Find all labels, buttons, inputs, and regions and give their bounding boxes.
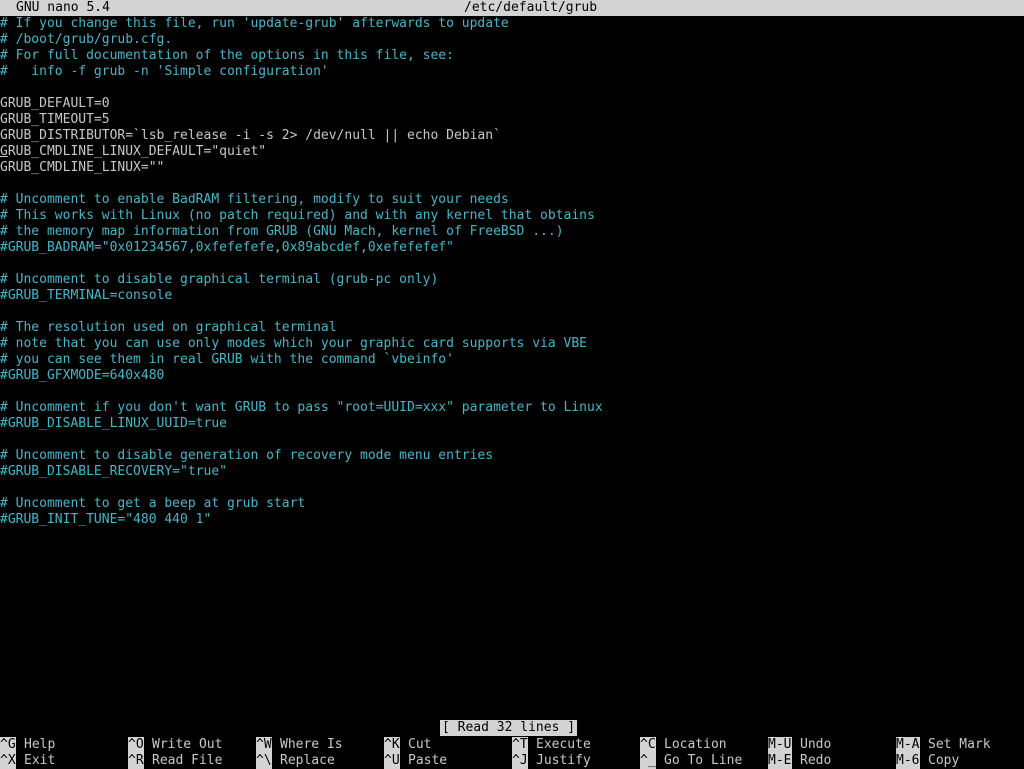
editor-line[interactable] — [0, 432, 1024, 448]
editor-line[interactable]: # Uncomment to disable generation of rec… — [0, 448, 1024, 464]
editor-line[interactable]: # note that you can use only modes which… — [0, 336, 1024, 352]
shortcut-key: ^G — [0, 737, 16, 753]
shortcut-set-mark[interactable]: M-A Set Mark — [896, 737, 991, 753]
editor-line[interactable]: GRUB_DISTRIBUTOR=`lsb_release -i -s 2> /… — [0, 128, 1024, 144]
editor-line[interactable]: # Uncomment to enable BadRAM filtering, … — [0, 192, 1024, 208]
editor-line[interactable]: # the memory map information from GRUB (… — [0, 224, 1024, 240]
shortcut-bar: ^G Help ^X Exit ^O Write Out ^R Read File ^W Wher… — [0, 737, 1024, 769]
shortcut-label: Copy — [928, 753, 960, 768]
shortcut-go-to-line[interactable]: ^_ Go To Line — [640, 753, 742, 769]
editor-line[interactable]: #GRUB_DISABLE_LINUX_UUID=true — [0, 416, 1024, 432]
shortcut-location[interactable]: ^C Location — [640, 737, 727, 753]
editor-line[interactable]: # you can see them in real GRUB with the… — [0, 352, 1024, 368]
shortcut-where-is[interactable]: ^W Where Is — [256, 737, 343, 753]
editor-line[interactable]: #GRUB_BADRAM="0x01234567,0xfefefefe,0x89… — [0, 240, 1024, 256]
editor-line[interactable] — [0, 480, 1024, 496]
shortcut-label: Cut — [408, 737, 432, 752]
shortcut-key: ^O — [128, 737, 144, 753]
shortcut-exit[interactable]: ^X Exit — [0, 753, 55, 769]
shortcut-label: Exit — [24, 753, 56, 768]
shortcut-label: Help — [24, 737, 56, 752]
shortcut-execute[interactable]: ^T Execute — [512, 737, 591, 753]
shortcut-label: Paste — [408, 753, 448, 768]
editor-line[interactable]: GRUB_TIMEOUT=5 — [0, 112, 1024, 128]
shortcut-key: ^X — [0, 753, 16, 769]
shortcut-redo[interactable]: M-E Redo — [768, 753, 831, 769]
app-name: GNU nano 5.4 — [16, 0, 110, 15]
shortcut-label: Set Mark — [928, 737, 991, 752]
shortcut-label: Undo — [800, 737, 832, 752]
shortcut-cut[interactable]: ^K Cut — [384, 737, 431, 753]
shortcut-label: Write Out — [152, 737, 223, 752]
shortcut-key: ^T — [512, 737, 528, 753]
shortcut-undo[interactable]: M-U Undo — [768, 737, 831, 753]
shortcut-replace[interactable]: ^\ Replace — [256, 753, 335, 769]
editor-line[interactable]: #GRUB_DISABLE_RECOVERY="true" — [0, 464, 1024, 480]
shortcut-key: ^R — [128, 753, 144, 769]
shortcut-key: M-U — [768, 737, 792, 753]
file-path: /etc/default/grub — [464, 0, 598, 15]
editor-line[interactable]: #GRUB_TERMINAL=console — [0, 288, 1024, 304]
shortcut-label: Execute — [536, 737, 591, 752]
editor-line[interactable] — [0, 384, 1024, 400]
editor-line[interactable]: # info -f grub -n 'Simple configuration' — [0, 64, 1024, 80]
shortcut-key: ^_ — [640, 753, 656, 769]
editor-line[interactable]: # Uncomment if you don't want GRUB to pa… — [0, 400, 1024, 416]
editor-line[interactable]: # If you change this file, run 'update-g… — [0, 16, 1024, 32]
editor-line[interactable]: #GRUB_GFXMODE=640x480 — [0, 368, 1024, 384]
status-message: [ Read 32 lines ] — [440, 720, 578, 736]
editor-line[interactable] — [0, 176, 1024, 192]
editor-line[interactable]: # Uncomment to get a beep at grub start — [0, 496, 1024, 512]
shortcut-key: ^\ — [256, 753, 272, 769]
editor-line[interactable]: # Uncomment to disable graphical termina… — [0, 272, 1024, 288]
shortcut-write-out[interactable]: ^O Write Out — [128, 737, 222, 753]
editor-line[interactable] — [0, 256, 1024, 272]
shortcut-key: M-E — [768, 753, 792, 769]
editor-line[interactable]: GRUB_CMDLINE_LINUX_DEFAULT="quiet" — [0, 144, 1024, 160]
shortcut-justify[interactable]: ^J Justify — [512, 753, 591, 769]
text-cursor: G — [0, 144, 8, 159]
shortcut-paste[interactable]: ^U Paste — [384, 753, 447, 769]
shortcut-label: Go To Line — [664, 753, 743, 768]
editor-line[interactable]: # For full documentation of the options … — [0, 48, 1024, 64]
editor-line[interactable] — [0, 80, 1024, 96]
shortcut-label: Replace — [280, 753, 335, 768]
shortcut-help[interactable]: ^G Help — [0, 737, 55, 753]
shortcut-label: Where Is — [280, 737, 343, 752]
title-bar: GNU nano 5.4 /etc/default/grub — [0, 0, 1024, 16]
editor-line[interactable]: #GRUB_INIT_TUNE="480 440 1" — [0, 512, 1024, 528]
shortcut-label: Location — [664, 737, 727, 752]
editor-area[interactable]: # If you change this file, run 'update-g… — [0, 16, 1024, 720]
shortcut-key: M-A — [896, 737, 920, 753]
shortcut-label: Redo — [800, 753, 832, 768]
shortcut-read-file[interactable]: ^R Read File — [128, 753, 222, 769]
editor-line[interactable] — [0, 304, 1024, 320]
shortcut-key: M-6 — [896, 753, 920, 769]
editor-line[interactable]: # This works with Linux (no patch requir… — [0, 208, 1024, 224]
shortcut-key: ^C — [640, 737, 656, 753]
editor-line[interactable]: GRUB_DEFAULT=0 — [0, 96, 1024, 112]
editor-line[interactable]: GRUB_CMDLINE_LINUX="" — [0, 160, 1024, 176]
shortcut-key: ^U — [384, 753, 400, 769]
shortcut-label: Read File — [152, 753, 223, 768]
editor-line[interactable]: # /boot/grub/grub.cfg. — [0, 32, 1024, 48]
shortcut-key: ^J — [512, 753, 528, 769]
shortcut-key: ^W — [256, 737, 272, 753]
shortcut-copy[interactable]: M-6 Copy — [896, 753, 959, 769]
shortcut-key: ^K — [384, 737, 400, 753]
shortcut-label: Justify — [536, 753, 591, 768]
editor-line[interactable]: # The resolution used on graphical termi… — [0, 320, 1024, 336]
